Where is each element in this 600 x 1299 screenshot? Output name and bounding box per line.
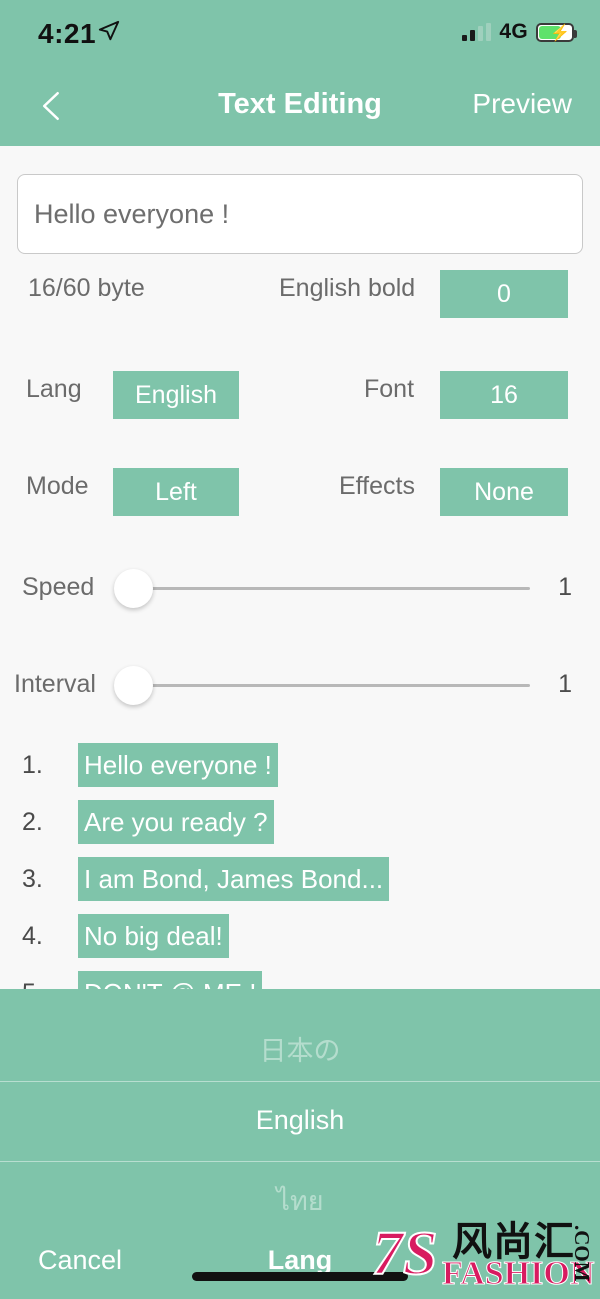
interval-slider-track[interactable] [148,684,530,687]
speed-slider-label: Speed [22,573,95,601]
picker-option-next[interactable]: ไทย [0,1161,600,1239]
font-value[interactable]: 16 [440,371,568,419]
list-item[interactable]: 4. No big deal! [0,912,600,969]
list-item[interactable]: 3. I am Bond, James Bond... [0,855,600,912]
list-item[interactable]: 1. Hello everyone ! [0,741,600,798]
picker-action-bar: Cancel Lang [0,1229,600,1299]
phrase-list: 1. Hello everyone ! 2. Are you ready ? 3… [0,741,600,1026]
speed-slider-track[interactable] [148,587,530,590]
interval-slider-value: 1 [558,670,572,698]
network-type-label: 4G [499,20,528,43]
byte-counter-label: 16/60 byte [28,274,145,302]
navigation-bar: Text Editing Preview [0,62,600,146]
location-arrow-icon [98,20,120,42]
text-input-value: Hello everyone ! [34,198,230,229]
mode-value[interactable]: Left [113,468,239,516]
list-item-number: 3. [22,865,43,893]
battery-charging-icon: ⚡ [536,22,577,42]
list-item-text[interactable]: No big deal! [78,914,229,958]
speed-slider[interactable]: Speed 1 [0,559,600,619]
picker-option-previous[interactable]: 日本の [0,1009,600,1087]
preview-button[interactable]: Preview [472,62,572,146]
list-item-number: 1. [22,751,43,779]
language-picker-sheet: 日本の English ไทย Cancel Lang [0,989,600,1299]
list-item-text[interactable]: Hello everyone ! [78,743,278,787]
status-bar-time: 4:21 [38,18,97,49]
font-label: Font [364,375,415,403]
lang-label: Lang [26,375,82,403]
picker-option-selected[interactable]: English [0,1081,600,1159]
speed-slider-value: 1 [558,573,572,601]
english-bold-value[interactable]: 0 [440,270,568,318]
list-item[interactable]: 2. Are you ready ? [0,798,600,855]
mode-label: Mode [26,472,89,500]
cellular-signal-icon [462,23,492,41]
speed-slider-thumb[interactable] [114,569,153,608]
effects-label: Effects [339,472,415,500]
list-item-number: 2. [22,808,43,836]
interval-slider-thumb[interactable] [114,666,153,705]
interval-slider-label: Interval [14,670,96,698]
status-bar: 4:21 4G ⚡ [0,0,600,62]
lang-value[interactable]: English [113,371,239,419]
list-item-text[interactable]: I am Bond, James Bond... [78,857,390,901]
text-input-field[interactable]: Hello everyone ! [17,174,583,254]
home-indicator [192,1272,408,1281]
list-item-text[interactable]: Are you ready ? [78,800,274,844]
effects-value[interactable]: None [440,468,568,516]
app-header: 4:21 4G ⚡ Text Editing Preview [0,0,600,146]
list-item-number: 4. [22,922,43,950]
status-bar-indicators: 4G ⚡ [462,20,577,44]
english-bold-label: English bold [279,274,416,302]
interval-slider[interactable]: Interval 1 [0,656,600,716]
